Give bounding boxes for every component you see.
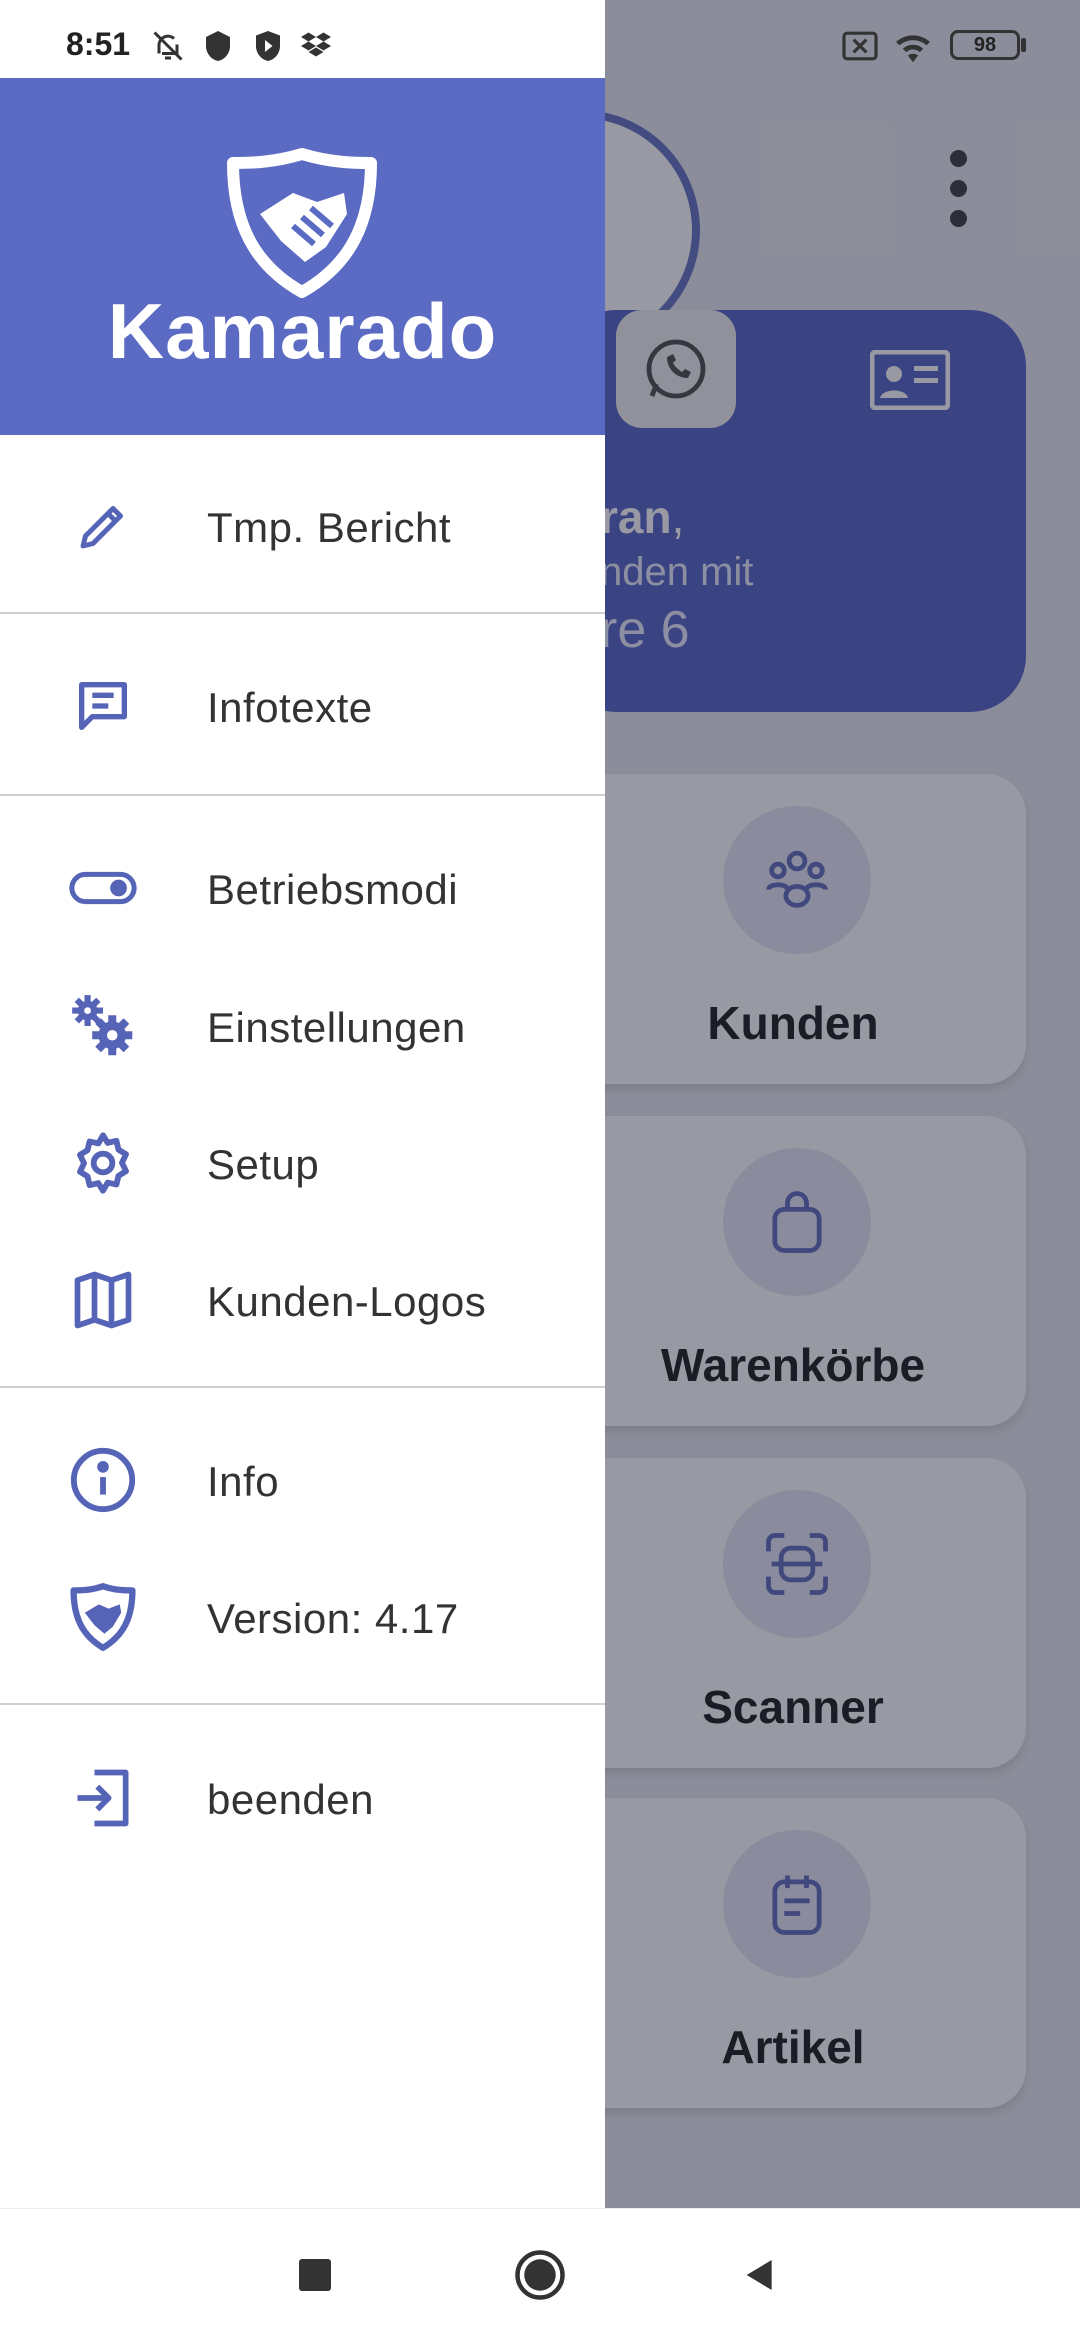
home-circle-icon — [515, 2250, 565, 2300]
map-icon — [66, 1267, 140, 1333]
logo-shield-icon — [227, 148, 377, 298]
pencil-icon — [66, 493, 140, 559]
info-icon — [66, 1447, 140, 1513]
drawer-item-kunden-logos[interactable]: Kunden-Logos — [0, 1244, 605, 1354]
shield-handshake-icon — [66, 1583, 140, 1651]
message-icon — [66, 673, 140, 739]
shield-app-icon — [206, 31, 230, 61]
status-time: 8:51 — [66, 26, 131, 62]
drawer-item-version[interactable]: Version: 4.17 — [0, 1561, 605, 1671]
drawer-item-label: Einstellungen — [207, 1004, 466, 1051]
sim-off-icon — [842, 31, 878, 61]
drawer-header: Kamarado — [0, 78, 605, 435]
divider — [0, 1386, 605, 1388]
drawer-item-label: Betriebsmodi — [207, 866, 459, 913]
drawer-item-label: Kunden-Logos — [207, 1278, 487, 1325]
divider — [0, 794, 605, 796]
navigation-drawer: Kamarado Tmp. Bericht Infotexte Betriebs… — [0, 0, 605, 2208]
drawer-item-label: beenden — [207, 1776, 375, 1823]
battery-tip — [1021, 38, 1026, 52]
drawer-item-label: Tmp. Bericht — [207, 504, 452, 551]
divider — [0, 612, 605, 614]
gear-icon — [66, 1130, 140, 1196]
status-bar: 8:51 98 — [0, 0, 1080, 78]
drawer-item-label: Version: 4.17 — [207, 1595, 459, 1642]
drawer-item-label: Setup — [207, 1141, 320, 1188]
drawer-item-label: Info — [207, 1458, 280, 1505]
drawer-item-betriebsmodi[interactable]: Betriebsmodi — [0, 832, 605, 942]
drawer-item-tmp-bericht[interactable]: Tmp. Bericht — [0, 470, 605, 580]
drawer-item-label: Infotexte — [207, 684, 373, 731]
battery-icon: 98 — [950, 30, 1020, 60]
brand-name: Kamarado — [107, 287, 498, 375]
back-button[interactable] — [730, 2245, 790, 2305]
divider — [0, 1703, 605, 1705]
toggle-icon — [66, 855, 140, 921]
security-icon — [256, 31, 280, 61]
drawer-item-beenden[interactable]: beenden — [0, 1742, 605, 1852]
drawer-item-setup[interactable]: Setup — [0, 1107, 605, 1217]
home-button[interactable] — [510, 2245, 570, 2305]
drawer-item-einstellungen[interactable]: Einstellungen — [0, 970, 605, 1080]
recents-button[interactable] — [285, 2245, 345, 2305]
gears-icon — [66, 993, 140, 1059]
system-nav-bar — [0, 2208, 1080, 2340]
square-icon — [299, 2259, 331, 2291]
back-triangle-icon — [746, 2260, 772, 2290]
drawer-item-info[interactable]: Info — [0, 1424, 605, 1534]
notifications-off-icon — [153, 31, 183, 61]
drawer-item-infotexte[interactable]: Infotexte — [0, 650, 605, 760]
battery-level: 98 — [973, 33, 997, 56]
dropbox-icon — [301, 32, 331, 57]
wifi-icon — [896, 35, 930, 63]
exit-icon — [66, 1765, 140, 1831]
